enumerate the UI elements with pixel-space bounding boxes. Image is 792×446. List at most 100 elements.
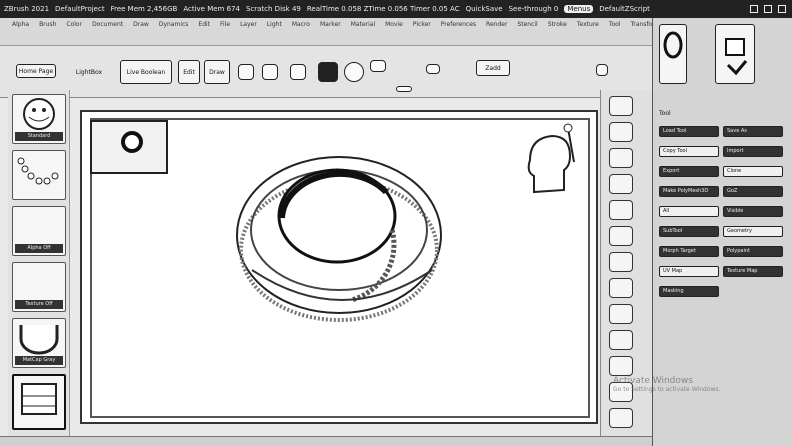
activate-windows-watermark: Activate Windows Go to Settings to activ…: [613, 376, 720, 393]
move-icon[interactable]: [238, 64, 254, 80]
brush-sphere-icon: [23, 98, 55, 130]
material-swatch-icon[interactable]: [318, 62, 338, 82]
menu-item-marker[interactable]: Marker: [320, 21, 341, 28]
polymesh-icon: [725, 38, 748, 76]
rgb-toggle-icon[interactable]: [370, 60, 386, 72]
menus-toggle[interactable]: Menus: [564, 5, 594, 13]
color-picker-icon[interactable]: [344, 62, 364, 82]
panel-morph-target-button[interactable]: Morph Target: [659, 246, 719, 257]
menu-item-picker[interactable]: Picker: [413, 21, 431, 28]
panel-all-button[interactable]: All: [659, 206, 719, 217]
menu-item-document[interactable]: Document: [92, 21, 123, 28]
texture-caption: Texture Off: [15, 300, 63, 309]
menu-item-dynamics[interactable]: Dynamics: [159, 21, 189, 28]
view-move-button[interactable]: [609, 304, 633, 324]
material-thumbnail[interactable]: MatCap Gray: [12, 318, 66, 368]
menu-item-brush[interactable]: Brush: [39, 21, 56, 28]
view-rotate-button[interactable]: [609, 356, 633, 376]
panel-goz-button[interactable]: GoZ: [723, 186, 783, 197]
panel-subtool-button[interactable]: SubTool: [659, 226, 719, 237]
menu-item-file[interactable]: File: [220, 21, 230, 28]
current-tool-thumbnail[interactable]: [659, 24, 687, 84]
brush-thumbnail[interactable]: Standard: [12, 94, 66, 144]
view-zoom3d-button[interactable]: [609, 330, 633, 350]
panel-import-button[interactable]: Import: [723, 146, 783, 157]
edit-button[interactable]: Edit: [178, 60, 200, 84]
menu-item-render[interactable]: Render: [486, 21, 507, 28]
left-tray: Standard Alpha Off Texture Off MatCap Gr…: [8, 90, 70, 440]
panel-texture-map-button[interactable]: Texture Map: [723, 266, 783, 277]
texture-thumbnail[interactable]: Texture Off: [12, 262, 66, 312]
menu-item-stroke[interactable]: Stroke: [548, 21, 567, 28]
maximize-icon[interactable]: [764, 5, 772, 13]
material-caption: MatCap Gray: [15, 356, 63, 365]
menu-item-draw[interactable]: Draw: [133, 21, 149, 28]
scratch-disk: Scratch Disk 49: [245, 5, 301, 13]
head-gizmo-icon[interactable]: [520, 122, 588, 202]
view-local-button[interactable]: [609, 252, 633, 272]
draw-button[interactable]: Draw: [204, 60, 230, 84]
alpha-thumbnail[interactable]: Alpha Off: [12, 206, 66, 256]
panel-export-button[interactable]: Export: [659, 166, 719, 177]
navigation-inset[interactable]: [90, 120, 168, 174]
menu-item-movie[interactable]: Movie: [385, 21, 403, 28]
menu-item-stencil[interactable]: Stencil: [517, 21, 537, 28]
color-swatch-thumbnail[interactable]: [12, 374, 66, 430]
panel-save-as-button[interactable]: Save As: [723, 126, 783, 137]
menu-item-macro[interactable]: Macro: [292, 21, 310, 28]
menu-item-alpha[interactable]: Alpha: [12, 21, 29, 28]
view-frame-button[interactable]: [609, 278, 633, 298]
brush-caption: Standard: [15, 132, 63, 141]
color-swatch-icon: [21, 383, 57, 415]
home-page-button[interactable]: Home Page: [16, 64, 56, 78]
panel-make-polymesh3d-button[interactable]: Make PolyMesh3D: [659, 186, 719, 197]
title-bar: ZBrush 2021 DefaultProject Free Mem 2,45…: [0, 0, 792, 18]
panel-uv-map-button[interactable]: UV Map: [659, 266, 719, 277]
tool-panel: Tool Load Tool Save As Copy Tool Import Expo…: [613, 18, 792, 446]
view-zoom-button[interactable]: [609, 122, 633, 142]
view-floor-button[interactable]: [609, 226, 633, 246]
mrgb-toggle-icon[interactable]: [426, 64, 440, 74]
activate-windows-subtitle: Go to Settings to activate Windows.: [613, 386, 721, 393]
timer-readout: RealTime 0.058 ZTime 0.056 Timer 0.05 AC: [306, 5, 460, 13]
stroke-thumbnail[interactable]: [12, 150, 66, 200]
matcap-icon: [19, 325, 59, 355]
minimize-icon[interactable]: [750, 5, 758, 13]
lightbox-tool-thumbnail[interactable]: [715, 24, 755, 84]
menu-item-texture[interactable]: Texture: [577, 21, 599, 28]
panel-copy-tool-button[interactable]: Copy Tool: [659, 146, 719, 157]
menu-item-preferences[interactable]: Preferences: [441, 21, 476, 28]
zadd-button[interactable]: Zadd: [476, 60, 510, 76]
menu-item-tool[interactable]: Tool: [609, 21, 621, 28]
view-actual-button[interactable]: [609, 148, 633, 168]
status-bar: [0, 436, 652, 446]
alpha-caption: Alpha Off: [15, 244, 63, 253]
quicksave-button[interactable]: QuickSave: [466, 5, 503, 13]
menu-item-light[interactable]: Light: [267, 21, 282, 28]
lightbox-button[interactable]: LightBox: [74, 66, 104, 78]
view-solo-button[interactable]: [609, 408, 633, 428]
rgb-slider-icon[interactable]: [396, 86, 412, 92]
panel-load-tool-button[interactable]: Load Tool: [659, 126, 719, 137]
menu-item-edit[interactable]: Edit: [198, 21, 210, 28]
menu-item-material[interactable]: Material: [351, 21, 375, 28]
menu-item-transform[interactable]: Transform: [630, 21, 652, 28]
view-persp-button[interactable]: [609, 200, 633, 220]
menu-item-color[interactable]: Color: [66, 21, 82, 28]
live-boolean-button[interactable]: Live Boolean: [120, 60, 172, 84]
panel-polypaint-button[interactable]: Polypaint: [723, 246, 783, 257]
panel-visible-button[interactable]: Visible: [723, 206, 783, 217]
seethrough-slider[interactable]: See-through 0: [509, 5, 559, 13]
focal-shift-icon[interactable]: [596, 64, 608, 76]
menu-item-layer[interactable]: Layer: [240, 21, 257, 28]
close-icon[interactable]: [778, 5, 786, 13]
panel-geometry-button[interactable]: Geometry: [723, 226, 783, 237]
view-scroll-button[interactable]: [609, 96, 633, 116]
panel-masking-button[interactable]: Masking: [659, 286, 719, 297]
rotate-icon[interactable]: [290, 64, 306, 80]
scale-icon[interactable]: [262, 64, 278, 80]
default-zscript[interactable]: DefaultZScript: [599, 5, 650, 13]
activate-windows-title: Activate Windows: [613, 376, 693, 386]
view-aahalf-button[interactable]: [609, 174, 633, 194]
panel-clone-button[interactable]: Clone: [723, 166, 783, 177]
